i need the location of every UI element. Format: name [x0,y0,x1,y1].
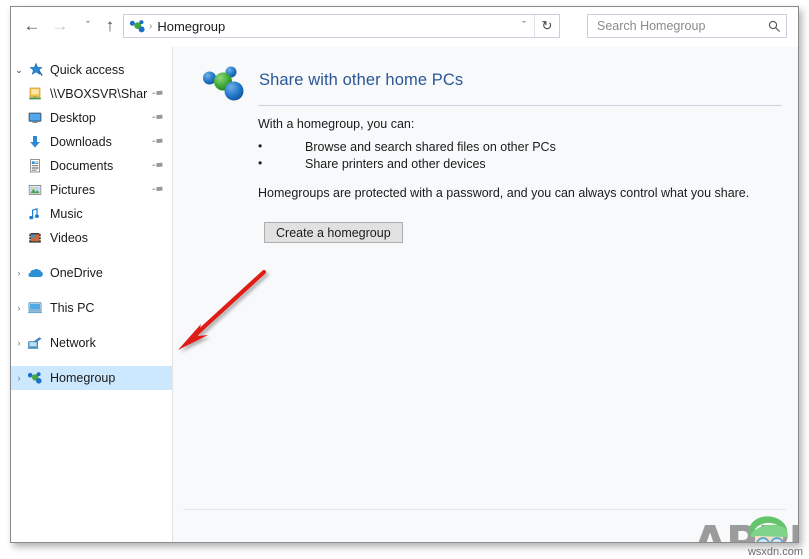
address-dropdown-icon[interactable]: ˇ [513,15,535,37]
sidebar-item-label: This PC [50,301,95,315]
sidebar-item-label: Videos [50,231,88,245]
homegroup-icon [129,18,146,35]
pin-icon[interactable] [150,109,167,127]
breadcrumb[interactable]: Homegroup [157,19,225,34]
star-pin-icon [27,62,45,78]
sidebar-item-homegroup[interactable]: › Homegroup [11,366,172,390]
sidebar-item-label: Pictures [50,183,96,197]
sidebar-item-downloads[interactable]: Downloads [11,130,172,154]
sidebar-item-label: Downloads [50,135,112,149]
back-arrow-icon[interactable]: ← [19,13,45,39]
videos-icon [27,230,45,246]
sidebar-item-videos[interactable]: Videos [11,226,172,250]
navigation-pane[interactable]: ⌄ Quick access \\VBOXSVR\Shar Desktop Do… [11,47,173,542]
content-pane: Share with other home PCs With a homegro… [173,47,798,542]
sidebar-item-label: Homegroup [50,371,116,385]
up-arrow-icon[interactable]: ↑ [97,13,123,39]
chevron-right-icon[interactable]: › [11,338,27,348]
chevron-right-icon[interactable]: › [11,268,27,278]
pin-icon[interactable] [150,85,167,103]
sidebar-item-desktop[interactable]: Desktop [11,106,172,130]
sidebar-item-label: Documents [50,159,114,173]
documents-icon [27,158,45,174]
site-watermark: wsxdn.com [747,546,803,558]
chevron-right-icon[interactable]: › [11,303,27,313]
search-icon[interactable] [762,15,786,37]
sidebar-item-music[interactable]: Music [11,202,172,226]
status-bar-divider [183,509,786,510]
sidebar-item-label: Network [50,336,96,350]
sidebar-item-label: OneDrive [50,266,103,280]
sidebar-item-documents[interactable]: Documents [11,154,172,178]
title-divider [258,105,782,106]
pictures-icon [27,182,45,198]
sidebar-item-this-pc[interactable]: › This PC [11,296,172,320]
nav-top-gap [11,47,172,58]
appuals-watermark: APPUALS [693,513,798,542]
appuals-mascot-icon [748,516,788,542]
homegroup-icon [201,61,247,107]
desktop-icon [27,110,45,126]
this-pc-icon [27,300,45,316]
sidebar-item-onedrive[interactable]: › OneDrive [11,261,172,285]
refresh-icon[interactable]: ↻ [534,15,559,37]
intro-text: With a homegroup, you can: [258,117,415,131]
sidebar-item-label: Quick access [50,63,125,77]
search-input[interactable] [595,18,762,34]
sidebar-item-label: Desktop [50,111,96,125]
sidebar-item-quick-access[interactable]: ⌄ Quick access [11,58,172,82]
search-box[interactable] [587,14,787,38]
nav-gap-network [11,320,172,331]
sidebar-item-vboxsvr-share[interactable]: \\VBOXSVR\Shar [11,82,172,106]
chevron-down-icon[interactable]: ⌄ [11,65,27,76]
feature-list: Browse and search shared files on other … [258,138,556,173]
network-folder-icon [27,86,45,102]
network-icon [27,335,45,351]
appuals-brand-text: APPUALS [693,517,798,542]
pin-icon[interactable] [150,157,167,175]
forward-arrow-icon[interactable]: → [47,13,73,39]
sidebar-item-label: \\VBOXSVR\Shar [50,87,148,101]
homegroup-icon [27,370,45,386]
sidebar-item-label: Music [50,207,83,221]
file-explorer-window: ← → ˇ ↑ › Homegroup ˇ ↻ Search Homegroup… [10,6,799,543]
breadcrumb-separator-icon: › [149,20,153,32]
sidebar-item-network[interactable]: › Network [11,331,172,355]
explorer-body: ⌄ Quick access \\VBOXSVR\Shar Desktop Do… [11,47,798,542]
pin-icon[interactable] [150,133,167,151]
password-note: Homegroups are protected with a password… [258,186,750,200]
navigation-toolbar: ← → ˇ ↑ › Homegroup ˇ ↻ [11,7,798,47]
pin-icon[interactable] [150,181,167,199]
nav-gap-thispc [11,285,172,296]
chevron-right-icon[interactable]: › [11,373,27,383]
list-item: Share printers and other devices [258,155,556,173]
list-item: Browse and search shared files on other … [258,138,556,156]
nav-gap-onedrive [11,250,172,261]
downloads-icon [27,134,45,150]
sidebar-item-pictures[interactable]: Pictures [11,178,172,202]
address-bar[interactable]: › Homegroup ˇ ↻ [123,14,560,38]
onedrive-cloud-icon [27,265,45,281]
create-homegroup-button[interactable]: Create a homegroup [264,222,403,243]
music-icon [27,206,45,222]
page-title: Share with other home PCs [259,71,464,89]
nav-gap-homegroup [11,355,172,366]
